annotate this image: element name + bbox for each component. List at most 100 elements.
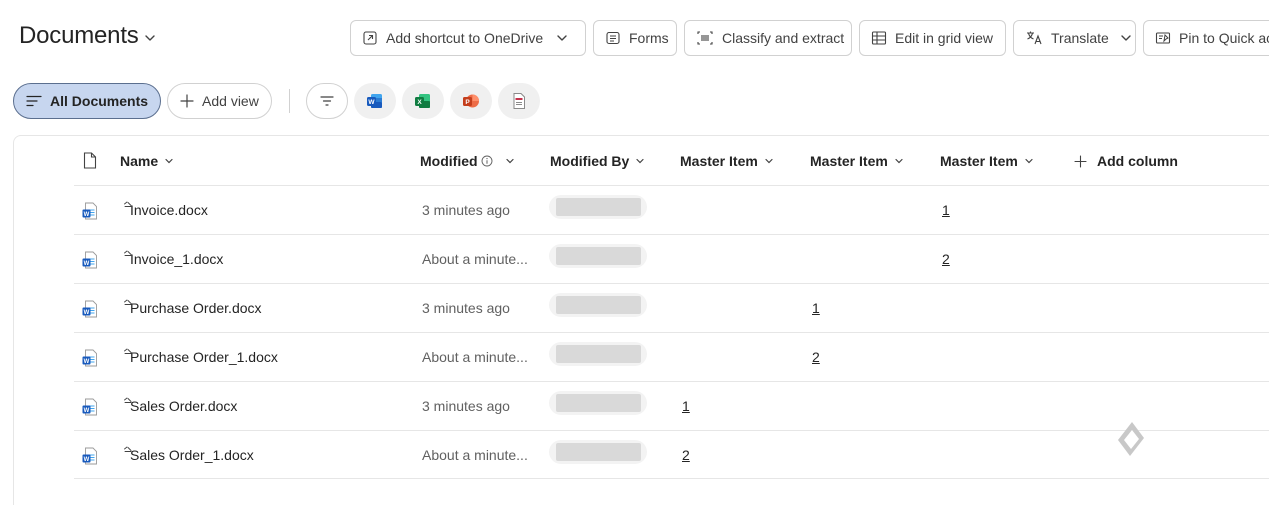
chevron-down-icon (1121, 35, 1131, 41)
pdf-icon (513, 93, 525, 109)
table-row[interactable]: W Sales Order.docx 3 minutes ago 1 (74, 381, 1269, 430)
menu-lines-icon (26, 95, 42, 107)
word-document-icon: W (82, 202, 98, 225)
master-item-2-cell[interactable]: 2 (812, 349, 820, 365)
info-icon[interactable] (481, 155, 493, 167)
chevron-down-icon (165, 158, 173, 164)
translate-button[interactable]: Translate (1013, 20, 1136, 56)
name-column-label: Name (120, 153, 159, 169)
excel-filter-button[interactable]: X (401, 83, 444, 119)
chevron-down-icon (765, 158, 773, 164)
pin-icon (1155, 32, 1171, 44)
chevron-down-icon (636, 158, 644, 164)
command-bar: Add shortcut to OneDrive Forms Classify … (350, 20, 1269, 56)
file-name-link[interactable]: Invoice.docx (130, 202, 208, 218)
svg-text:W: W (368, 99, 375, 106)
file-name-link[interactable]: Sales Order.docx (130, 398, 237, 414)
all-documents-label: All Documents (50, 93, 149, 109)
word-document-icon: W (82, 398, 98, 421)
file-type-column-header[interactable] (83, 152, 97, 169)
document-list: Name Modified Modified By Master Item Ma… (13, 135, 1269, 505)
svg-text:X: X (417, 99, 422, 106)
redacted-name (556, 394, 641, 412)
chevron-down-icon (1025, 158, 1033, 164)
master-item-3-cell[interactable]: 1 (942, 202, 950, 218)
table-row[interactable]: W Purchase Order.docx 3 minutes ago 1 (74, 283, 1269, 332)
master-item-1-column-header[interactable]: Master Item (680, 153, 774, 169)
classify-icon (697, 31, 713, 45)
svg-text:W: W (84, 310, 90, 316)
library-title-dropdown[interactable]: Documents (19, 22, 157, 50)
watermark-arrow-icon (1118, 422, 1144, 456)
modified-by-column-label: Modified By (550, 153, 630, 169)
master-item-3-column-header[interactable]: Master Item (940, 153, 1034, 169)
master-item-2-column-header[interactable]: Master Item (810, 153, 904, 169)
forms-icon (606, 31, 620, 45)
word-document-icon: W (82, 300, 98, 323)
modified-by-redacted (549, 293, 647, 317)
add-shortcut-button[interactable]: Add shortcut to OneDrive (350, 20, 586, 56)
file-name-link[interactable]: Sales Order_1.docx (130, 447, 254, 463)
powerpoint-filter-button[interactable]: P (449, 83, 492, 119)
table-row[interactable]: W Purchase Order_1.docx About a minute... 2 (74, 332, 1269, 381)
master-item-1-cell[interactable]: 1 (682, 398, 690, 414)
master-item-1-cell[interactable]: 2 (682, 447, 690, 463)
master-item-2-cell[interactable]: 1 (812, 300, 820, 316)
name-column-header[interactable]: Name (120, 153, 174, 169)
file-name-link[interactable]: Invoice_1.docx (130, 251, 223, 267)
modified-by-redacted (549, 342, 647, 366)
edit-grid-view-label: Edit in grid view (895, 30, 994, 46)
powerpoint-icon: P (462, 94, 479, 108)
translate-label: Translate (1051, 30, 1109, 46)
word-document-icon: W (82, 251, 98, 274)
add-column-label: Add column (1097, 153, 1178, 169)
classify-extract-button[interactable]: Classify and extract (684, 20, 852, 56)
view-divider (288, 89, 290, 113)
add-view-label: Add view (202, 93, 259, 109)
pdf-filter-button[interactable] (497, 83, 540, 119)
modified-cell: 3 minutes ago (422, 202, 510, 218)
translate-icon (1027, 31, 1042, 45)
svg-text:W: W (84, 457, 90, 463)
plus-icon (1074, 154, 1087, 168)
filter-button[interactable] (305, 83, 348, 119)
word-filter-button[interactable]: W (353, 83, 396, 119)
redacted-name (556, 345, 641, 363)
modified-cell: 3 minutes ago (422, 398, 510, 414)
svg-text:W: W (84, 408, 90, 414)
add-shortcut-label: Add shortcut to OneDrive (386, 30, 544, 46)
master-item-2-column-label: Master Item (810, 153, 888, 169)
all-documents-view-button[interactable]: All Documents (13, 83, 162, 119)
add-view-button[interactable]: Add view (167, 83, 272, 119)
modified-by-redacted (549, 440, 647, 464)
chevron-down-icon (895, 158, 903, 164)
file-name-link[interactable]: Purchase Order_1.docx (130, 349, 278, 365)
modified-cell: 3 minutes ago (422, 300, 510, 316)
modified-cell: About a minute... (422, 447, 528, 463)
word-document-icon: W (82, 349, 98, 372)
shortcut-icon (363, 31, 377, 45)
forms-button[interactable]: Forms (593, 20, 677, 56)
table-row[interactable]: W Invoice.docx 3 minutes ago 1 (74, 185, 1269, 234)
file-name-link[interactable]: Purchase Order.docx (130, 300, 262, 316)
svg-text:W: W (84, 359, 90, 365)
document-icon (83, 152, 97, 169)
add-column-button[interactable]: Add column (1074, 153, 1178, 169)
modified-column-header[interactable]: Modified (420, 153, 515, 169)
view-bar: All Documents Add view W X P (13, 83, 546, 119)
table-row[interactable]: W Sales Order_1.docx About a minute... 2 (74, 430, 1269, 479)
pin-quick-access-button[interactable]: Pin to Quick ac (1143, 20, 1269, 56)
svg-text:W: W (84, 261, 90, 267)
table-row[interactable]: W Invoice_1.docx About a minute... 2 (74, 234, 1269, 283)
modified-column-label: Modified (420, 153, 478, 169)
redacted-name (556, 443, 641, 461)
redacted-name (556, 247, 641, 265)
modified-by-redacted (549, 244, 647, 268)
word-icon: W (366, 94, 382, 108)
pin-quick-access-label: Pin to Quick ac (1179, 30, 1269, 46)
forms-label: Forms (629, 30, 669, 46)
modified-by-column-header[interactable]: Modified By (550, 153, 645, 169)
edit-grid-view-button[interactable]: Edit in grid view (859, 20, 1006, 56)
master-item-3-cell[interactable]: 2 (942, 251, 950, 267)
plus-icon (180, 94, 194, 108)
